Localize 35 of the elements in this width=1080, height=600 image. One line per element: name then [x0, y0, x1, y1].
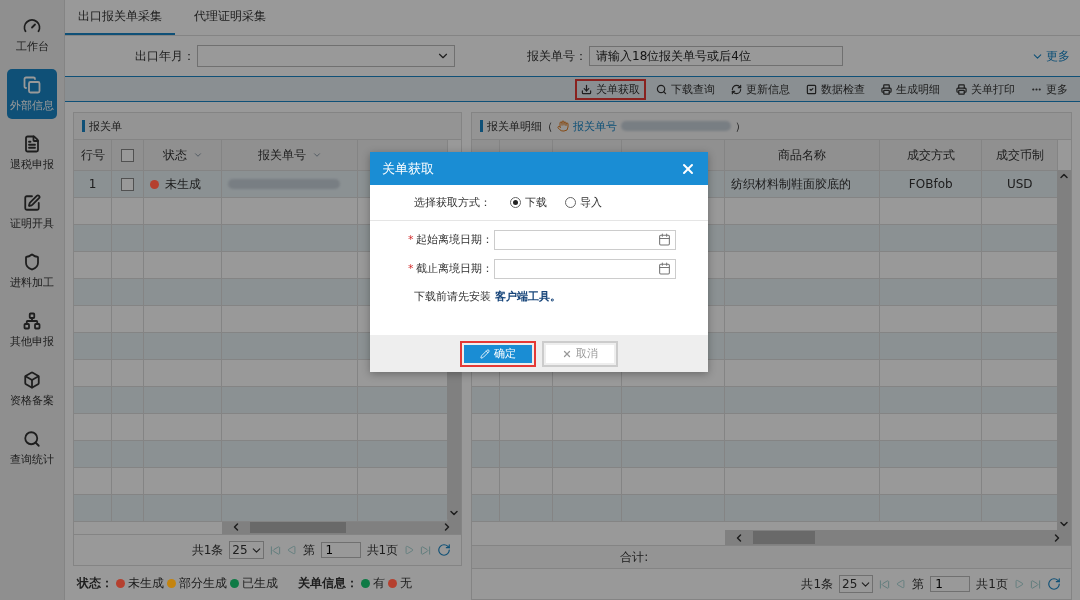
legend-text: 有 — [373, 574, 385, 592]
table-cell: FOBfob — [880, 171, 983, 198]
panel-title: 报关单 — [89, 118, 122, 134]
column-header: 行号 — [74, 140, 112, 171]
required-mark: * — [408, 262, 415, 275]
column-header: 商品名称 — [725, 140, 881, 171]
required-mark: * — [408, 233, 415, 246]
legend-text: 部分生成 — [179, 574, 227, 592]
table-cell: 1 — [74, 171, 112, 198]
field-label: 起始离境日期： — [416, 232, 494, 247]
page-label: 第 — [912, 575, 925, 593]
legend-text: 已生成 — [242, 574, 278, 592]
panel-title: 报关单明细（ — [487, 118, 554, 134]
status-text: 未生成 — [165, 175, 201, 193]
bracket-text: ） — [735, 118, 747, 134]
total-count: 共1条 — [191, 541, 224, 559]
page-count: 共1页 — [366, 541, 399, 559]
field-label: 出口年月： — [135, 47, 195, 65]
note-text: 下载前请先安装 — [414, 289, 491, 304]
page-count: 共1页 — [976, 575, 1008, 593]
field-label: 截止离境日期： — [416, 261, 494, 276]
table-cell: USD — [982, 171, 1059, 198]
total-count: 共1条 — [801, 575, 834, 593]
dialog-title: 关单获取 — [382, 159, 434, 178]
field-label: 报关单号： — [527, 47, 587, 65]
legend-text: 未生成 — [128, 574, 164, 592]
legend-label: 关单信息： — [298, 574, 358, 592]
table-cell: 纺织材料制鞋面胶底的 — [725, 171, 881, 198]
total-label: 合计: — [620, 548, 649, 566]
column-header: 成交方式 — [880, 140, 983, 171]
page-label: 第 — [302, 541, 315, 559]
field-label: 选择获取方式： — [414, 195, 492, 210]
column-header: 成交币制 — [982, 140, 1059, 171]
legend-label: 状态： — [77, 574, 113, 592]
legend-text: 无 — [400, 574, 412, 592]
